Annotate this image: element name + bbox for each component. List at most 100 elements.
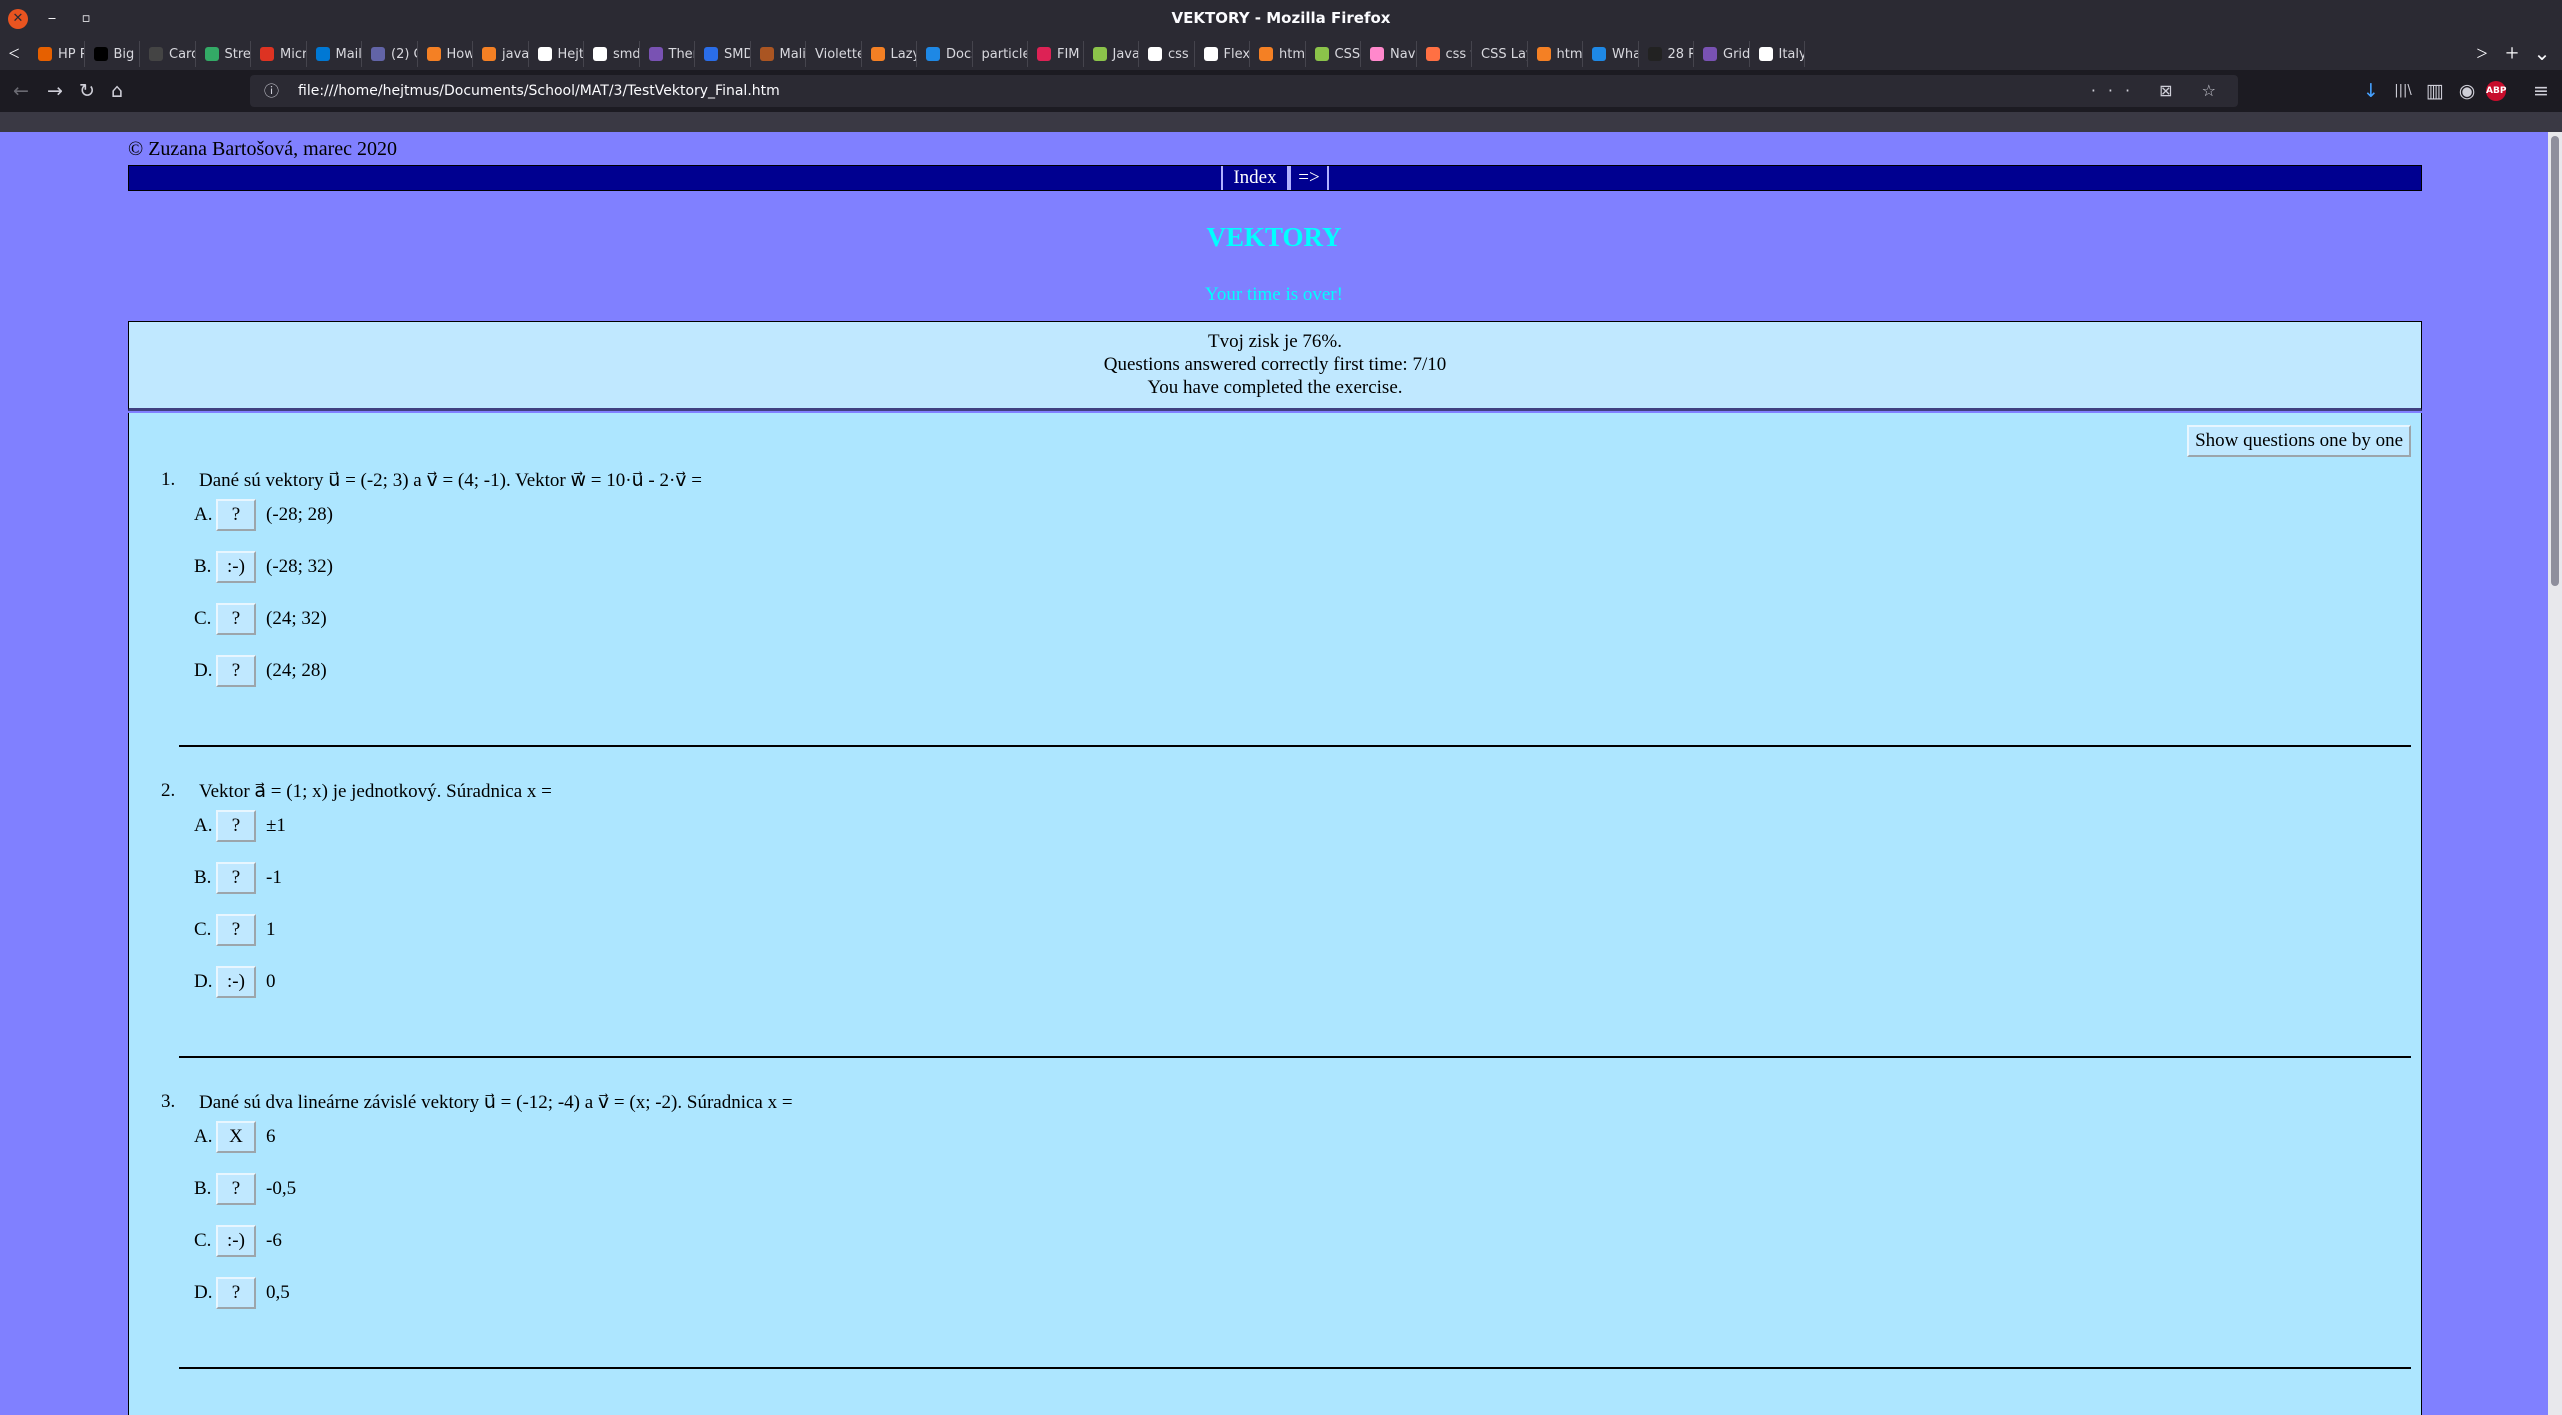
page-scrollbar[interactable] (2548, 132, 2562, 1415)
question-text: Dané sú vektory u⃗ = (-2; 3) a v⃗ = (4; … (199, 470, 702, 491)
account-icon[interactable]: ◉ (2454, 78, 2480, 104)
answer-text: -1 (266, 867, 282, 888)
browser-tab[interactable]: html (1251, 41, 1306, 67)
list-all-tabs-button[interactable]: ⌄ (2530, 38, 2554, 70)
answer-button[interactable]: ? (216, 862, 256, 894)
tab-favicon-icon (260, 47, 274, 61)
sidebar-icon[interactable]: ▥ (2422, 78, 2448, 104)
browser-tab[interactable]: How t (419, 41, 473, 67)
adblock-icon[interactable]: ABP (2486, 81, 2506, 101)
answer-button[interactable]: :-) (216, 966, 256, 998)
browser-tab[interactable]: HP Pa (30, 41, 85, 67)
tab-favicon-icon (759, 47, 774, 61)
browser-tab[interactable]: css fl (1418, 41, 1472, 67)
answer-button[interactable]: ? (216, 1173, 256, 1205)
tab-label: FIM T (1057, 46, 1083, 62)
question-separator (179, 1056, 2411, 1058)
navigation-toolbar: ← → ↻ ⌂ ⓘ file:///home/hejtmus/Documents… (0, 70, 2562, 112)
browser-tab[interactable]: Lazy l (863, 41, 917, 67)
tab-favicon-icon (1148, 47, 1162, 61)
show-one-by-one-button[interactable]: Show questions one by one (2187, 425, 2411, 457)
page-content: © Zuzana Bartošová, marec 2020 Index => … (0, 132, 2548, 1415)
tab-favicon-icon (537, 47, 552, 61)
next-link[interactable]: => (1289, 166, 1329, 190)
answer-button[interactable]: :-) (216, 1225, 256, 1257)
tab-label: Mail - (335, 46, 362, 62)
download-icon[interactable]: ↓ (2358, 78, 2384, 104)
tab-label: Navig (1390, 46, 1416, 62)
score-line: Tvoj zisk je 76%. (1207, 331, 1343, 352)
browser-tab[interactable]: Stred (197, 41, 251, 67)
browser-tab[interactable]: FIM T (1029, 41, 1084, 67)
tab-label: What (1612, 46, 1638, 62)
reload-button[interactable]: ↻ (74, 78, 100, 104)
browser-tab[interactable]: (2) Ge (363, 41, 418, 67)
browser-tab[interactable]: What (1584, 41, 1639, 67)
browser-tab[interactable]: Big D (86, 41, 140, 67)
tab-label: Micro (280, 46, 306, 62)
answer-letter: A. (194, 1126, 213, 1147)
browser-tab[interactable]: Micro (252, 41, 307, 67)
browser-tab[interactable]: Them (641, 41, 695, 67)
browser-tab[interactable]: particles. (974, 41, 1028, 67)
index-link[interactable]: Index (1221, 166, 1289, 190)
answer-button[interactable]: ? (216, 655, 256, 687)
browser-tab[interactable]: smdte (585, 41, 640, 67)
answer-button[interactable]: X (216, 1121, 256, 1153)
tab-label: html (1279, 46, 1305, 62)
browser-tab[interactable]: html (1529, 41, 1583, 67)
answer-button[interactable]: ? (216, 810, 256, 842)
browser-tab[interactable]: Hejtm (530, 41, 584, 67)
browser-tab[interactable]: Maliar (752, 41, 806, 67)
tab-favicon-icon (1647, 47, 1662, 61)
browser-tab[interactable]: 28 Re (1640, 41, 1694, 67)
site-info-icon[interactable]: ⓘ (264, 75, 279, 107)
browser-tab[interactable]: javas (474, 41, 529, 67)
browser-tab[interactable]: Cards (141, 41, 196, 67)
tab-favicon-icon (149, 47, 163, 61)
browser-tab[interactable]: JavaS (1085, 41, 1139, 67)
new-tab-button[interactable]: + (2500, 38, 2524, 70)
browser-tab[interactable]: Flexb (1196, 41, 1250, 67)
forward-button[interactable]: → (42, 78, 68, 104)
browser-tab[interactable]: Navig (1362, 41, 1417, 67)
browser-tab[interactable]: Violette (807, 41, 862, 67)
answer-button[interactable]: :-) (216, 551, 256, 583)
browser-tab[interactable]: CSS Layo (1473, 41, 1528, 67)
answer-button[interactable]: ? (216, 603, 256, 635)
browser-tab[interactable]: ItalyG (1751, 41, 1805, 67)
browser-tab[interactable]: css Fl (1140, 41, 1195, 67)
answer-button[interactable]: ? (216, 1277, 256, 1309)
tab-favicon-icon (1092, 47, 1107, 61)
answer-button[interactable]: ? (216, 499, 256, 531)
url-bar[interactable]: ⓘ file:///home/hejtmus/Documents/School/… (250, 75, 2238, 107)
answer-letter: D. (194, 660, 213, 681)
answer-letter: A. (194, 504, 213, 525)
tab-scroll-right-button[interactable]: > (2470, 38, 2494, 70)
tab-favicon-icon (593, 47, 607, 61)
tab-label: How t (446, 46, 473, 62)
library-icon[interactable]: |||\ (2390, 78, 2416, 104)
scrollbar-thumb[interactable] (2551, 136, 2559, 586)
browser-tab[interactable]: CSS L (1307, 41, 1361, 67)
tab-favicon-icon (1425, 47, 1440, 61)
answer-button[interactable]: ? (216, 914, 256, 946)
tab-label: css Fl (1168, 46, 1194, 62)
browser-tab[interactable]: SMD - (696, 41, 751, 67)
browser-tab[interactable]: Docs (918, 41, 973, 67)
browser-tab[interactable]: Grid s (1695, 41, 1750, 67)
tab-scroll-left-button[interactable]: < (2, 38, 26, 70)
page-actions-icon[interactable]: ··· ⊠ ☆ (2091, 75, 2228, 107)
browser-tab[interactable]: Mail - (308, 41, 362, 67)
back-button[interactable]: ← (8, 78, 34, 104)
url-text[interactable]: file:///home/hejtmus/Documents/School/MA… (298, 83, 780, 99)
answer-option: B.? -0,5 (194, 1173, 296, 1205)
answer-text: -0,5 (266, 1178, 297, 1199)
score-panel: Tvoj zisk je 76%. Questions answered cor… (128, 321, 2422, 411)
home-button[interactable]: ⌂ (104, 78, 130, 104)
answer-option: C.? 1 (194, 914, 276, 946)
answer-option: A.? (-28; 28) (194, 499, 333, 531)
menu-icon[interactable]: ≡ (2528, 78, 2554, 104)
answer-letter: B. (194, 1178, 212, 1199)
tab-label: Grid s (1723, 46, 1750, 62)
